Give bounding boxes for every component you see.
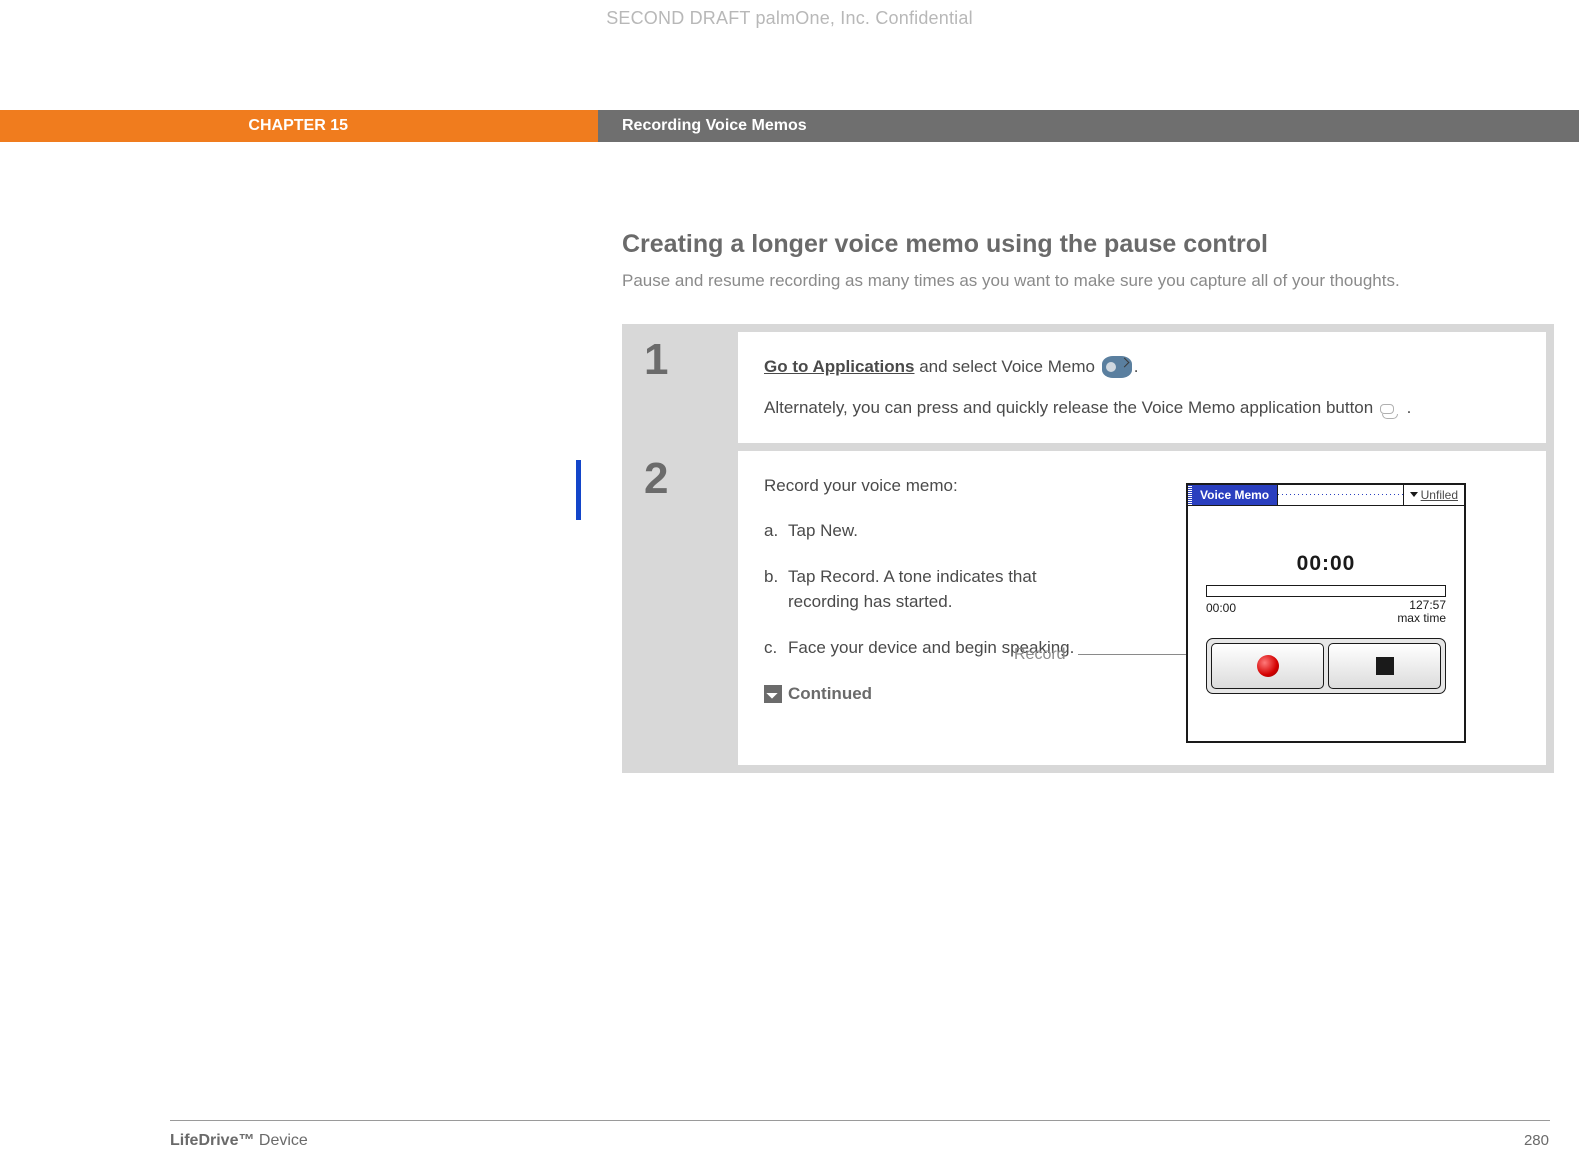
device-title: Voice Memo — [1192, 485, 1278, 505]
revision-bar — [576, 460, 581, 520]
step-2-sub-b-label: b. — [764, 564, 788, 615]
step-2-lead: Record your voice memo: — [764, 473, 1084, 499]
device-progress-bar — [1206, 585, 1446, 597]
voice-memo-hardware-button-icon — [1380, 402, 1400, 416]
step-1-line2-end: . — [1402, 398, 1411, 417]
step-2-number: 2 — [630, 451, 738, 765]
footer-product-bold: LifeDrive™ — [170, 1132, 254, 1149]
chapter-bar: CHAPTER 15 Recording Voice Memos — [0, 110, 1579, 142]
stop-icon — [1376, 657, 1394, 675]
device-controls — [1206, 638, 1446, 694]
step-2-sub-c-label: c. — [764, 635, 788, 661]
device-timer: 00:00 — [1188, 548, 1464, 580]
dropdown-arrow-icon — [1410, 492, 1418, 497]
device-titlebar-spacer — [1278, 485, 1403, 505]
step-1-body: Go to Applications and select Voice Memo… — [738, 332, 1546, 443]
device-category-text: Unfiled — [1421, 486, 1458, 504]
go-to-applications-link[interactable]: Go to Applications — [764, 357, 914, 376]
steps-container: 1 Go to Applications and select Voice Me… — [622, 324, 1554, 773]
step-1: 1 Go to Applications and select Voice Me… — [630, 332, 1546, 443]
step-2: 2 Record your voice memo: a. Tap New. b.… — [630, 451, 1546, 765]
voice-memo-device-screen: Voice Memo Unfiled 00:00 00:00 — [1186, 483, 1466, 743]
footer-product: LifeDrive™ Device — [170, 1132, 308, 1150]
device-category-picker[interactable]: Unfiled — [1403, 485, 1464, 505]
step-2-text-column: Record your voice memo: a. Tap New. b. T… — [764, 473, 1084, 743]
chapter-label-block: CHAPTER 15 — [0, 110, 598, 142]
device-titlebar: Voice Memo Unfiled — [1188, 485, 1464, 506]
voice-memo-app-icon — [1102, 356, 1132, 378]
record-callout-label: Record — [1014, 643, 1066, 667]
footer-page-number: 280 — [1524, 1132, 1549, 1149]
continued-text: Continued — [788, 684, 872, 703]
step-2-sub-a-label: a. — [764, 518, 788, 544]
main-content: Creating a longer voice memo using the p… — [622, 230, 1554, 773]
step-1-line2a: Alternately, you can press and quickly r… — [764, 398, 1378, 417]
footer-rule — [170, 1120, 1550, 1121]
step-2-sub-b: b. Tap Record. A tone indicates that rec… — [764, 564, 1084, 615]
continued-indicator: Continued — [764, 680, 1084, 706]
step-2-sub-b-text: Tap Record. A tone indicates that record… — [788, 564, 1084, 615]
stop-button[interactable] — [1328, 643, 1441, 689]
chapter-title: Recording Voice Memos — [622, 117, 807, 135]
step-1-line1-end: . — [1134, 357, 1139, 376]
step-2-sub-a-text: Tap New. — [788, 518, 1084, 544]
confidential-watermark: SECOND DRAFT palmOne, Inc. Confidential — [0, 8, 1579, 29]
record-icon — [1257, 655, 1279, 677]
step-2-body: Record your voice memo: a. Tap New. b. T… — [738, 451, 1546, 765]
device-max-time-label: max time — [1397, 612, 1446, 625]
record-callout-line — [1078, 654, 1186, 655]
continued-arrow-icon — [764, 685, 782, 703]
device-time-row: 00:00 127:57 max time — [1206, 599, 1446, 625]
section-title: Creating a longer voice memo using the p… — [622, 230, 1554, 259]
record-button[interactable] — [1211, 643, 1324, 689]
chapter-title-block: Recording Voice Memos — [598, 110, 1579, 142]
footer-product-rest: Device — [259, 1132, 308, 1149]
device-elapsed-time: 00:00 — [1206, 599, 1236, 625]
device-screenshot-callout: Record Voice Memo Unfiled — [1094, 473, 1520, 743]
step-2-sub-a: a. Tap New. — [764, 518, 1084, 544]
step-1-line1-rest: and select Voice Memo — [914, 357, 1099, 376]
step-1-number: 1 — [630, 332, 738, 443]
section-description: Pause and resume recording as many times… — [622, 269, 1554, 294]
chapter-label: CHAPTER 15 — [248, 117, 348, 135]
